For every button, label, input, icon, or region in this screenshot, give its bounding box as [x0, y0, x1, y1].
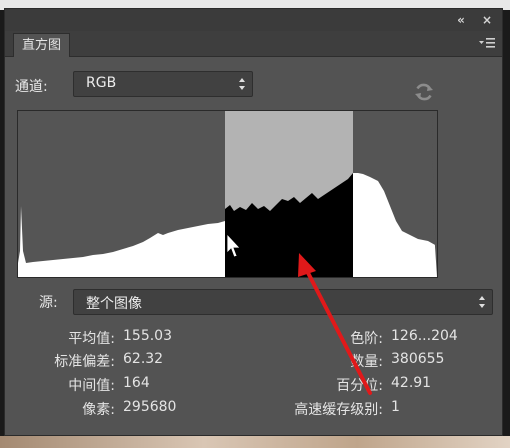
tab-bar: 直方图 — [5, 31, 502, 57]
stat-mean-label: 平均值: — [68, 331, 115, 347]
stat-pixels-label: 像素: — [82, 402, 115, 418]
stat-count-value: 380655 — [391, 351, 445, 367]
tab-histogram-label: 直方图 — [22, 38, 62, 53]
histogram-shape-right — [353, 111, 437, 246]
histogram-svg — [18, 111, 437, 277]
stat-cache-level-value: 1 — [391, 399, 400, 415]
stat-median-value: 164 — [123, 375, 150, 391]
channel-label: 通道: — [15, 79, 48, 95]
stat-count-label: 数量: — [350, 354, 383, 370]
stat-level-value: 126...204 — [391, 328, 458, 344]
source-label: 源: — [39, 295, 58, 311]
source-select-value: 整个图像 — [86, 296, 142, 312]
tab-histogram[interactable]: 直方图 — [13, 33, 71, 57]
source-select[interactable]: 整个图像 — [73, 289, 493, 315]
stat-cache-level-label: 高速缓存级别: — [294, 402, 383, 418]
channel-select-value: RGB — [86, 75, 117, 91]
channel-select[interactable]: RGB — [73, 71, 253, 97]
dropdown-arrow-icon — [479, 296, 485, 308]
stat-stddev-label: 标准偏差: — [54, 354, 115, 370]
stat-median-label: 中间值: — [68, 378, 115, 394]
panel-titlebar: « × — [5, 9, 502, 31]
collapse-icon[interactable]: « — [453, 12, 469, 28]
stat-percentile-value: 42.91 — [391, 375, 432, 391]
stat-percentile-label: 百分位: — [336, 378, 383, 394]
window-edge-bottom — [0, 436, 510, 448]
stat-mean-value: 155.03 — [123, 328, 172, 344]
histogram-panel: « × 直方图 通道: RGB 源: 整个图像 平均值: 155.03 标准偏差… — [4, 8, 503, 436]
stat-stddev-value: 62.32 — [123, 351, 164, 367]
refresh-icon[interactable] — [413, 81, 435, 103]
histogram-shape-left — [18, 111, 225, 263]
panel-menu-icon[interactable] — [478, 36, 496, 50]
dropdown-arrow-icon — [239, 78, 245, 90]
stat-pixels-value: 295680 — [123, 399, 177, 415]
stat-level-label: 色阶: — [350, 331, 383, 347]
close-icon[interactable]: × — [479, 12, 495, 28]
histogram-graph[interactable] — [17, 110, 438, 278]
